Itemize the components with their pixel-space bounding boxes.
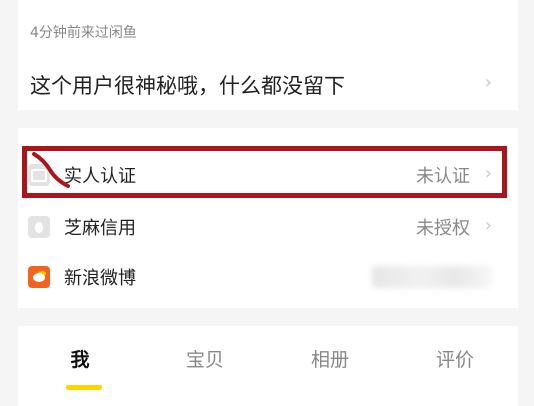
chevron-right-icon: › (484, 72, 492, 93)
bio-text: 这个用户很神秘哦，什么都没留下 (30, 74, 345, 98)
tab-items[interactable]: 宝贝 (170, 345, 240, 372)
obscured-status (372, 266, 492, 288)
tab-me[interactable]: 我 (45, 345, 115, 372)
row-label: 芝麻信用 (64, 218, 136, 239)
sesame-credit-icon (28, 216, 50, 238)
active-tab-indicator (66, 385, 102, 390)
row-label: 新浪微博 (64, 268, 136, 289)
bio-row[interactable]: 这个用户很神秘哦，什么都没留下 › (30, 58, 492, 108)
tab-reviews[interactable]: 评价 (420, 345, 490, 372)
scribble-mark (32, 152, 70, 188)
highlight-annotation (22, 146, 507, 198)
last-seen-text: 4分钟前来过闲鱼 (30, 25, 137, 41)
tab-album[interactable]: 相册 (295, 345, 365, 372)
weibo-icon (28, 266, 50, 288)
row-status: 未授权 (416, 218, 470, 239)
sesame-credit-row[interactable]: 芝麻信用 未授权 › (28, 204, 492, 250)
weibo-row[interactable]: 新浪微博 (28, 254, 492, 300)
profile-page: 4分钟前来过闲鱼 这个用户很神秘哦，什么都没留下 › 实人认证 未认证 › 芝麻… (0, 0, 534, 406)
chevron-right-icon: › (484, 215, 492, 236)
